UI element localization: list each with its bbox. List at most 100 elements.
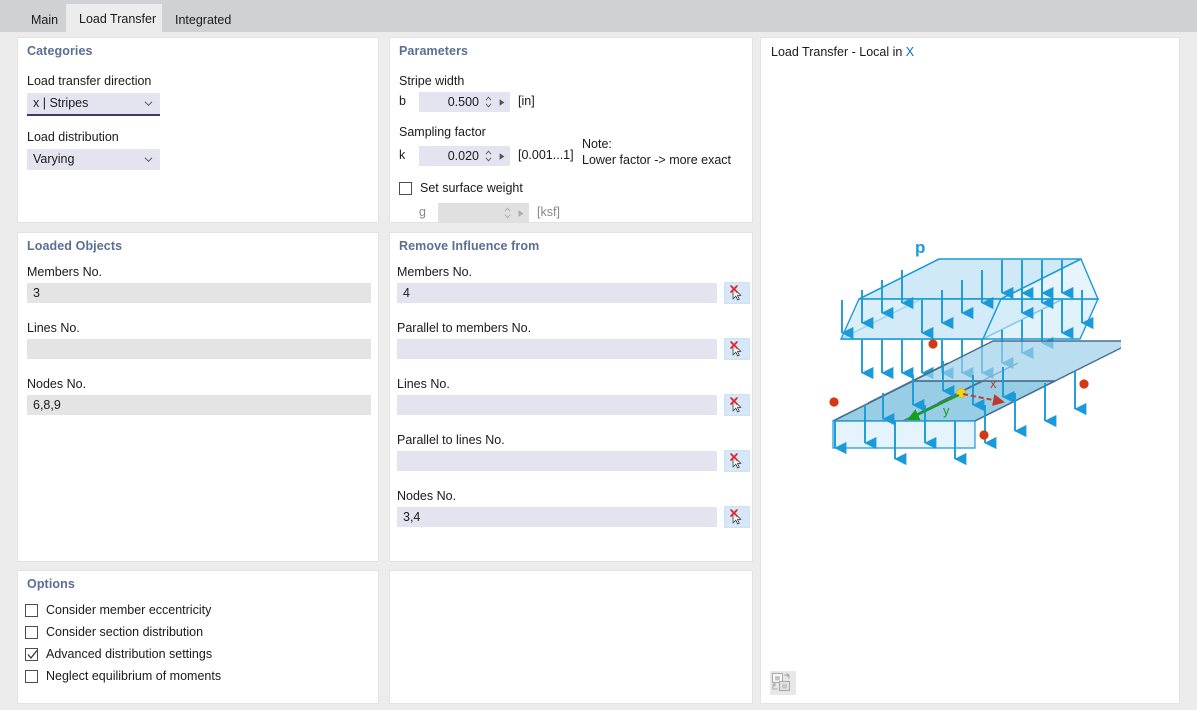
- input-remove-nodes-no-value: 3,4: [403, 510, 421, 524]
- load-label-p: p: [915, 243, 925, 257]
- expand-arrow-icon[interactable]: [498, 98, 506, 107]
- label-g-symbol: g: [419, 205, 426, 219]
- node-dot: [979, 430, 989, 440]
- spinner-up-down-icon[interactable]: [484, 95, 493, 109]
- label-remove-members-no: Members No.: [397, 265, 473, 279]
- panel-options-title: Options: [27, 577, 75, 591]
- graphics-title-axis: X: [905, 45, 915, 59]
- graphics-title: Load Transfer - Local in X: [771, 45, 914, 59]
- input-surface-weight: [438, 203, 529, 223]
- panel-remove-influence: Remove Influence from Members No. 4 Para…: [389, 232, 753, 562]
- input-loaded-nodes-no[interactable]: 6,8,9: [27, 395, 371, 415]
- pick-remove-lines-button[interactable]: [724, 394, 750, 416]
- tab-load-transfer-label: Load Transfer: [79, 12, 157, 26]
- checkbox-consider-section-distribution-label: Consider section distribution: [46, 625, 204, 639]
- label-load-distribution: Load distribution: [27, 130, 119, 144]
- label-loaded-nodes-no: Nodes No.: [27, 377, 87, 391]
- graphics-title-prefix: Load Transfer - Local in: [771, 45, 906, 59]
- panel-parameters: Parameters Stripe width b 0.500 [in] Sam…: [389, 37, 753, 223]
- panel-options: Options Consider member eccentricity Con…: [17, 570, 379, 704]
- label-remove-lines-no: Lines No.: [397, 377, 450, 391]
- dialog-client-area: Categories Load transfer direction x | S…: [0, 32, 1197, 710]
- label-remove-parallel-lines-no: Parallel to lines No.: [397, 433, 505, 447]
- checkbox-box-icon: [25, 604, 38, 617]
- tab-main-label: Main: [31, 13, 59, 27]
- select-load-distribution-value: Varying: [33, 152, 75, 166]
- deselect-cursor-icon: [730, 397, 742, 413]
- panel-loaded-objects: Loaded Objects Members No. 3 Lines No. N…: [17, 232, 379, 562]
- panel-empty-bottom: [389, 570, 753, 704]
- checkbox-set-surface-weight-label: Set surface weight: [420, 181, 523, 195]
- checkbox-box-icon: [399, 182, 412, 195]
- input-remove-members-no-value: 4: [403, 286, 410, 300]
- pick-remove-members-button[interactable]: [724, 282, 750, 304]
- input-loaded-lines-no[interactable]: [27, 339, 371, 359]
- input-stripe-width[interactable]: 0.500: [419, 92, 510, 112]
- panel-loaded-objects-title: Loaded Objects: [27, 239, 123, 253]
- checkbox-consider-member-eccentricity-label: Consider member eccentricity: [46, 603, 212, 617]
- chevron-down-icon: [144, 101, 153, 107]
- tab-integrated-label: Integrated: [175, 13, 232, 27]
- pick-remove-nodes-button[interactable]: [724, 506, 750, 528]
- checkbox-neglect-equilibrium-of-moments-label: Neglect equilibrium of moments: [46, 669, 222, 683]
- panel-graphics-preview: Load Transfer - Local in X p x y: [760, 37, 1180, 704]
- input-sampling-factor-value: 0.020: [447, 149, 479, 163]
- label-load-transfer-direction: Load transfer direction: [27, 74, 152, 88]
- input-loaded-members-no[interactable]: 3: [27, 283, 371, 303]
- input-remove-parallel-lines-no[interactable]: [397, 451, 717, 471]
- panel-parameters-title: Parameters: [399, 44, 469, 58]
- checkbox-box-checked-icon: [25, 648, 38, 661]
- input-remove-parallel-members-no[interactable]: [397, 339, 717, 359]
- pick-remove-parallel-lines-button[interactable]: [724, 450, 750, 472]
- checkbox-box-icon: [25, 670, 38, 683]
- tab-main[interactable]: Main: [18, 6, 66, 34]
- select-load-transfer-direction[interactable]: x | Stripes: [27, 93, 160, 116]
- checkmark-icon: [27, 649, 38, 660]
- input-remove-lines-no[interactable]: [397, 395, 717, 415]
- unit-surface-weight: [ksf]: [537, 205, 560, 219]
- tab-load-transfer[interactable]: Load Transfer: [66, 4, 162, 34]
- deselect-cursor-icon: [730, 509, 742, 525]
- select-load-transfer-direction-value: x | Stripes: [33, 96, 89, 110]
- label-loaded-lines-no: Lines No.: [27, 321, 80, 335]
- deselect-cursor-icon: [730, 453, 742, 469]
- axis-y-label: y: [943, 403, 950, 418]
- load-transfer-diagram: p x y: [829, 243, 1121, 466]
- input-remove-nodes-no[interactable]: 3,4: [397, 507, 717, 527]
- label-sampling-factor: Sampling factor: [399, 125, 486, 139]
- note-text: Lower factor -> more exact: [582, 153, 732, 167]
- note-title: Note:: [582, 137, 612, 151]
- tab-integrated[interactable]: Integrated: [162, 6, 234, 34]
- pick-remove-parallel-members-button[interactable]: [724, 338, 750, 360]
- expand-arrow-icon: [518, 210, 524, 217]
- label-k-symbol: k: [399, 148, 406, 162]
- panel-categories-title: Categories: [27, 44, 93, 58]
- range-sampling-factor: [0.001...1]: [518, 148, 574, 162]
- panel-categories: Categories Load transfer direction x | S…: [17, 37, 379, 223]
- chevron-down-icon: [144, 157, 153, 163]
- swap-images-icon: [771, 672, 791, 692]
- label-remove-parallel-members-no: Parallel to members No.: [397, 321, 532, 335]
- input-loaded-nodes-no-value: 6,8,9: [33, 398, 61, 412]
- input-remove-members-no[interactable]: 4: [397, 283, 717, 303]
- node-dot: [1079, 379, 1089, 389]
- spinner-up-down-icon: [504, 207, 511, 219]
- unit-stripe-width: [in]: [518, 94, 535, 108]
- input-loaded-members-no-value: 3: [33, 286, 40, 300]
- label-stripe-width: Stripe width: [399, 74, 465, 88]
- spinner-up-down-icon[interactable]: [484, 149, 493, 163]
- deselect-cursor-icon: [730, 341, 742, 357]
- swap-images-button[interactable]: [770, 671, 796, 695]
- checkbox-advanced-distribution-settings-label: Advanced distribution settings: [46, 647, 213, 661]
- checkbox-box-icon: [25, 626, 38, 639]
- node-dot: [928, 339, 938, 349]
- tab-strip: Main Load Transfer Integrated: [0, 0, 1197, 34]
- axis-x-label: x: [990, 376, 997, 391]
- select-load-distribution[interactable]: Varying: [27, 149, 160, 170]
- deselect-cursor-icon: [730, 285, 742, 301]
- label-b-symbol: b: [399, 94, 406, 108]
- label-loaded-members-no: Members No.: [27, 265, 103, 279]
- panel-remove-influence-title: Remove Influence from: [399, 239, 540, 253]
- expand-arrow-icon[interactable]: [498, 152, 506, 161]
- input-sampling-factor[interactable]: 0.020: [419, 146, 510, 166]
